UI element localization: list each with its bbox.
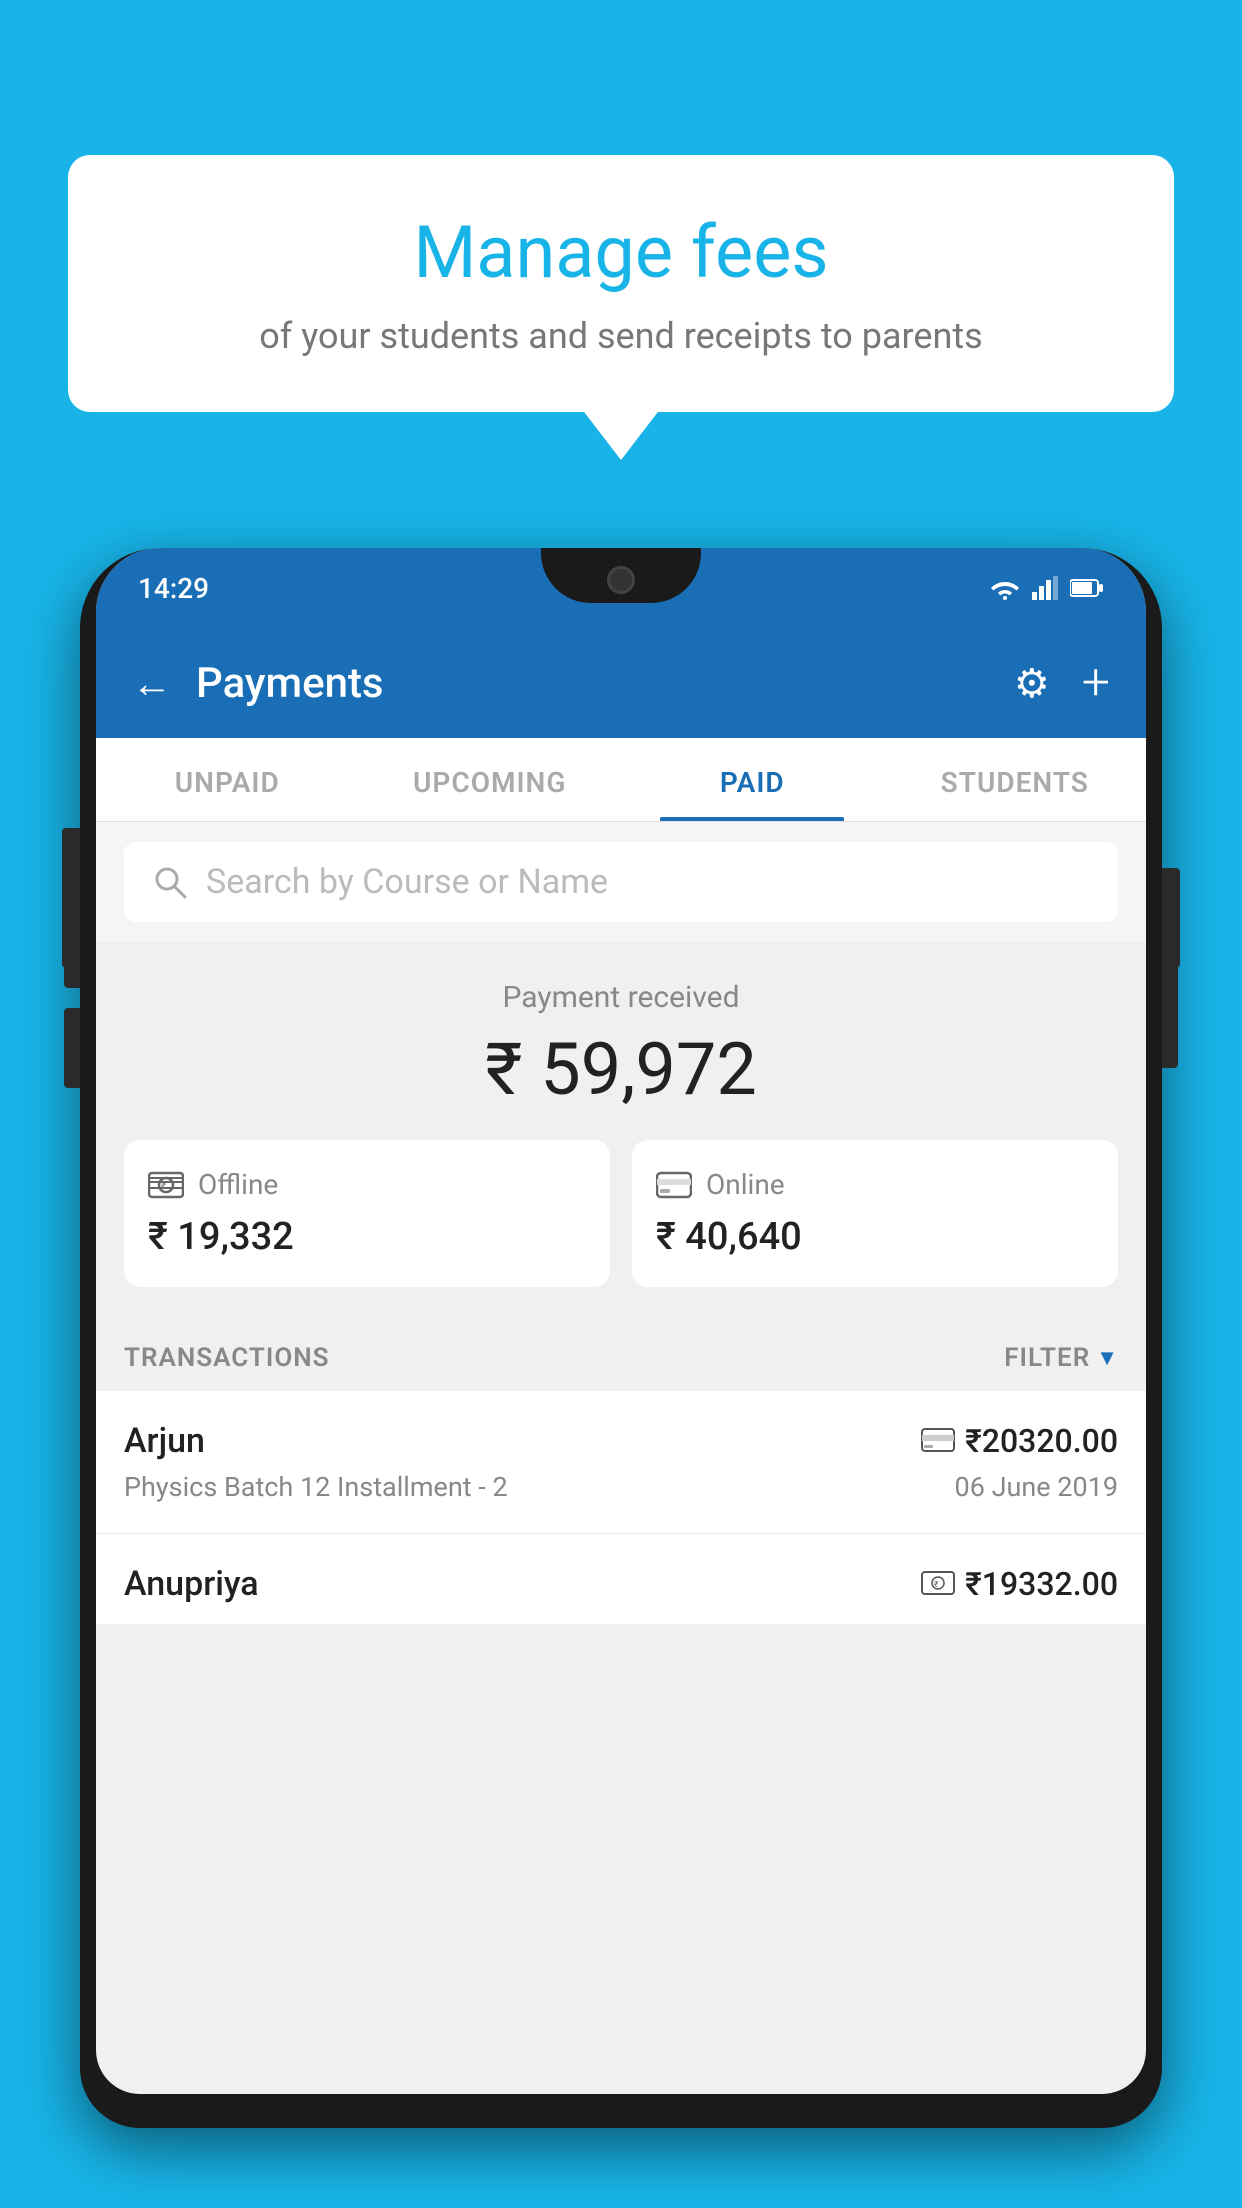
search-container: Search by Course or Name bbox=[96, 822, 1146, 942]
payment-summary: Payment received ₹ 59,972 ₹ bbox=[96, 942, 1146, 1315]
transaction-course: Physics Batch 12 Installment - 2 bbox=[124, 1471, 508, 1503]
battery-icon bbox=[1070, 578, 1104, 598]
offline-payment-card: ₹ Offline ₹ 19,332 bbox=[124, 1140, 610, 1287]
search-icon bbox=[152, 864, 188, 900]
payment-received-label: Payment received bbox=[124, 980, 1118, 1015]
tab-upcoming[interactable]: UPCOMING bbox=[359, 738, 622, 821]
transactions-label: TRANSACTIONS bbox=[124, 1343, 330, 1373]
transaction-name: Arjun bbox=[124, 1421, 205, 1461]
tab-unpaid[interactable]: UNPAID bbox=[96, 738, 359, 821]
speech-bubble: Manage fees of your students and send re… bbox=[68, 155, 1174, 412]
transaction-date: 06 June 2019 bbox=[955, 1471, 1118, 1503]
svg-text:₹: ₹ bbox=[161, 1181, 166, 1192]
payment-total-amount: ₹ 59,972 bbox=[124, 1027, 1118, 1112]
transaction-amount: ₹20320.00 bbox=[965, 1422, 1118, 1460]
camera bbox=[607, 566, 635, 594]
status-bar: 14:29 bbox=[96, 548, 1146, 628]
back-button[interactable]: ← bbox=[132, 660, 172, 707]
card-payment-icon bbox=[921, 1428, 955, 1454]
notch bbox=[541, 548, 701, 603]
settings-icon[interactable]: ⚙ bbox=[1014, 660, 1050, 707]
transaction-row-top: Arjun ₹20320.00 bbox=[124, 1421, 1118, 1461]
status-icons bbox=[990, 576, 1104, 600]
transaction-amount-2: ₹19332.00 bbox=[965, 1565, 1118, 1603]
phone-button-volume-down bbox=[64, 1008, 80, 1088]
toolbar-actions: ⚙ + bbox=[1014, 654, 1110, 712]
phone-button-volume-up bbox=[64, 908, 80, 988]
signal-icon bbox=[1032, 576, 1058, 600]
phone-button-power bbox=[1162, 948, 1178, 1068]
tab-students[interactable]: STUDENTS bbox=[884, 738, 1147, 821]
offline-card-header: ₹ Offline bbox=[148, 1168, 586, 1201]
cash-icon: ₹ bbox=[148, 1169, 184, 1201]
filter-label: FILTER bbox=[1004, 1343, 1090, 1373]
tabs-bar: UNPAID UPCOMING PAID STUDENTS bbox=[96, 738, 1146, 822]
filter-container[interactable]: FILTER ▼ bbox=[1004, 1343, 1118, 1373]
search-input[interactable]: Search by Course or Name bbox=[206, 862, 608, 902]
toolbar: ← Payments ⚙ + bbox=[96, 628, 1146, 738]
speech-bubble-box: Manage fees of your students and send re… bbox=[68, 155, 1174, 412]
transaction-name-2: Anupriya bbox=[124, 1564, 259, 1604]
transaction-row-bottom: Physics Batch 12 Installment - 2 06 June… bbox=[124, 1471, 1118, 1503]
offline-amount: ₹ 19,332 bbox=[148, 1215, 586, 1259]
add-icon[interactable]: + bbox=[1082, 654, 1110, 712]
tab-paid[interactable]: PAID bbox=[621, 738, 884, 821]
bubble-title: Manage fees bbox=[128, 210, 1114, 295]
transaction-amount-row-2: ₹ ₹19332.00 bbox=[921, 1565, 1118, 1603]
online-amount: ₹ 40,640 bbox=[656, 1215, 1094, 1259]
cash-payment-icon: ₹ bbox=[921, 1571, 955, 1597]
online-label: Online bbox=[706, 1168, 785, 1201]
search-box[interactable]: Search by Course or Name bbox=[124, 842, 1118, 922]
bubble-subtitle: of your students and send receipts to pa… bbox=[128, 315, 1114, 357]
phone-frame: 14:29 bbox=[80, 548, 1162, 2128]
svg-text:₹: ₹ bbox=[934, 1580, 938, 1589]
offline-label: Offline bbox=[198, 1168, 278, 1201]
card-icon bbox=[656, 1171, 692, 1199]
transaction-row-top-2: Anupriya ₹ ₹19332.00 bbox=[124, 1564, 1118, 1604]
transaction-amount-row: ₹20320.00 bbox=[921, 1422, 1118, 1460]
transaction-row-arjun[interactable]: Arjun ₹20320.00 Physics Batch 12 Install… bbox=[96, 1391, 1146, 1534]
online-payment-card: Online ₹ 40,640 bbox=[632, 1140, 1118, 1287]
status-time: 14:29 bbox=[138, 572, 209, 605]
phone-device: 14:29 bbox=[80, 530, 1162, 2208]
transactions-header: TRANSACTIONS FILTER ▼ bbox=[96, 1315, 1146, 1391]
transaction-row-anupriya[interactable]: Anupriya ₹ ₹19332.00 bbox=[96, 1534, 1146, 1624]
wifi-icon bbox=[990, 576, 1020, 600]
phone-screen: 14:29 bbox=[96, 548, 1146, 2094]
payment-cards: ₹ Offline ₹ 19,332 bbox=[124, 1140, 1118, 1287]
online-card-header: Online bbox=[656, 1168, 1094, 1201]
page-title: Payments bbox=[196, 659, 1014, 708]
filter-icon: ▼ bbox=[1096, 1345, 1118, 1371]
